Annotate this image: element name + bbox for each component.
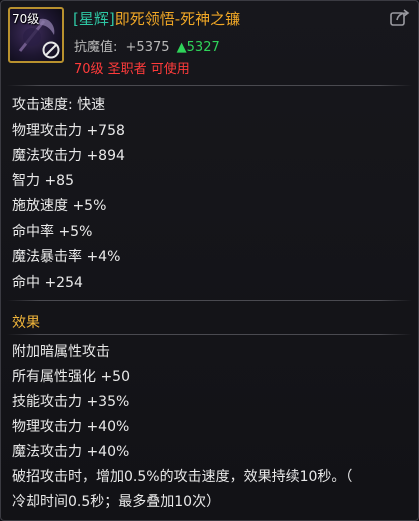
effects-title: 效果 bbox=[12, 315, 40, 331]
stat-accuracy: 命中 +254 bbox=[12, 275, 83, 291]
stat-cast-speed: 施放速度 +5% bbox=[12, 198, 107, 214]
title-prefix: [星辉] bbox=[73, 10, 115, 28]
effect-line: 所有属性强化 +50 bbox=[12, 369, 130, 385]
resist-value: +5375 bbox=[125, 40, 170, 55]
title-name: 即死领悟-死神之镰 bbox=[114, 10, 241, 28]
divider bbox=[7, 300, 412, 301]
item-header: 70级 [星辉]即死领悟-死神之镰 抗魔值: +5375 ▲5327 70级 圣… bbox=[1, 1, 418, 83]
stat-hit-rate: 命中率 +5% bbox=[12, 224, 93, 240]
effect-line: 破招攻击时，增加0.5%的攻击速度，效果持续10秒。（ bbox=[12, 469, 353, 485]
divider bbox=[7, 85, 412, 86]
effect-line: 技能攻击力 +35% bbox=[12, 394, 130, 410]
resist-row: 抗魔值: +5375 ▲5327 bbox=[74, 36, 220, 55]
effect-line: 附加暗属性攻击 bbox=[12, 344, 110, 360]
effect-line: 魔法攻击力 +40% bbox=[12, 444, 130, 460]
stat-magic-attack: 魔法攻击力 +894 bbox=[12, 148, 125, 164]
effect-line: 冷却时间0.5秒；最多叠加10次） bbox=[12, 494, 221, 510]
item-title: [星辉]即死领悟-死神之镰 bbox=[73, 8, 240, 29]
stat-physical-attack: 物理攻击力 +758 bbox=[12, 123, 125, 139]
effect-line: 物理攻击力 +40% bbox=[12, 419, 130, 435]
divider bbox=[7, 334, 412, 335]
stat-intelligence: 智力 +85 bbox=[12, 173, 74, 189]
stat-magic-crit: 魔法暴击率 +4% bbox=[12, 249, 121, 265]
item-tooltip-panel: 70级 [星辉]即死领悟-死神之镰 抗魔值: +5375 ▲5327 70级 圣… bbox=[0, 0, 419, 521]
share-icon[interactable] bbox=[390, 9, 410, 27]
locked-icon bbox=[42, 41, 60, 59]
requirement-text: 70级 圣职者 可使用 bbox=[74, 62, 190, 77]
weapon-scythe-icon: 70级 bbox=[8, 7, 64, 63]
resist-delta: ▲5327 bbox=[176, 40, 220, 55]
resist-label: 抗魔值: bbox=[74, 40, 118, 55]
level-badge: 70级 bbox=[12, 12, 40, 26]
stat-attack-speed: 攻击速度: 快速 bbox=[12, 97, 106, 113]
